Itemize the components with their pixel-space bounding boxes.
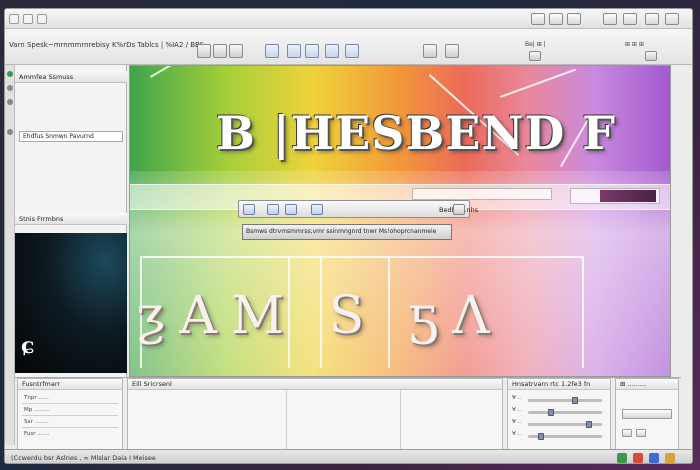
layout-icon[interactable]: [645, 13, 659, 25]
settings-icon[interactable]: [603, 13, 617, 25]
close-icon[interactable]: [453, 204, 465, 215]
history-icon[interactable]: [529, 51, 541, 61]
adjustment-label: Ɐ ..: [512, 431, 522, 437]
layers-panel-header: ⊞ .........: [616, 379, 678, 390]
adjustment-slider[interactable]: [528, 399, 602, 402]
pin-icon[interactable]: [7, 99, 13, 105]
canvas-stroke: [500, 68, 576, 98]
right-toolbar-label-1: Be| ⊞ |: [525, 41, 546, 48]
move-tool-icon[interactable]: [7, 85, 13, 91]
expand-icon[interactable]: [645, 51, 657, 61]
slider-handle[interactable]: [548, 409, 554, 416]
maximize-button[interactable]: [37, 14, 47, 24]
design-canvas[interactable]: B |HESBEND F ƺAM S ƽɅ Bedlmr .nhs Bsmws …: [129, 65, 671, 377]
zoom-icon[interactable]: [445, 44, 459, 58]
canvas-dark-swatch: [600, 190, 656, 202]
row-divider: [22, 427, 118, 428]
property-row[interactable]: Mp .........: [24, 407, 50, 413]
status-dot-icon: [7, 71, 13, 77]
properties-panel-header: Fusntrfmarr: [18, 379, 122, 390]
adjustment-label: Ɐ ..: [512, 395, 522, 401]
left-panel: Ammfea Ssmuss Ehdfus Snmwn Pavurnd Stnis…: [15, 65, 127, 377]
properties-panel: Fusntrfmarr Tnpr ...... Mp ......... Sxr…: [17, 378, 123, 450]
grid-tool-icon[interactable]: [213, 44, 227, 58]
view-icon[interactable]: [623, 13, 637, 25]
tray-app-icon[interactable]: [665, 453, 675, 463]
window-icon[interactable]: [549, 13, 563, 25]
adjustments-panel: Hnsatrvarn rtc 1.2fe3 fn Ɐ .. Ɐ .. Ɐ .. …: [507, 378, 611, 450]
row-divider: [22, 403, 118, 404]
adjustment-slider[interactable]: [528, 411, 602, 414]
pen-tool-icon[interactable]: [287, 44, 301, 58]
left-tool-strip: [5, 65, 15, 445]
align-right-icon[interactable]: [285, 204, 297, 215]
guide-line-horizontal: [140, 256, 582, 258]
align-center-icon[interactable]: [267, 204, 279, 215]
status-bar: (Ccwerdu bsr Aslnes , ∞ Mlslar Daia I Me…: [5, 449, 692, 463]
app-window: Varn Spesk~mrnmmrnrebisy K%rDs Tablcs | …: [4, 8, 693, 464]
delete-layer-icon[interactable]: [636, 429, 646, 437]
property-row[interactable]: Tnpr ......: [24, 395, 49, 401]
add-layer-icon[interactable]: [622, 429, 632, 437]
timeline-divider: [286, 390, 287, 450]
pane-icon[interactable]: [531, 13, 545, 25]
preview-thumbnail: ɕ: [15, 233, 127, 373]
floating-info-bar[interactable]: Bsmws dtrvmsmmrss;vmr ssinmngnrd tnwr Ms…: [242, 224, 452, 240]
grid-icon[interactable]: [567, 13, 581, 25]
left-panel-field[interactable]: Ehdfus Snmwn Pavurnd: [19, 131, 123, 142]
eyedropper-icon[interactable]: [423, 44, 437, 58]
select-tool-icon[interactable]: [229, 44, 243, 58]
layer-row[interactable]: [622, 409, 672, 419]
property-row[interactable]: Fusr .......: [24, 431, 49, 437]
status-text: (Ccwerdu bsr Aslnes , ∞ Mlslar Daia I Me…: [11, 454, 156, 462]
shape-tool-icon[interactable]: [325, 44, 339, 58]
main-toolbar: Varn Spesk~mrnmmrnrebisy K%rDs Tablcs | …: [5, 29, 692, 65]
bottom-artwork-text: ƺAM S ƽɅ: [136, 286, 504, 346]
right-toolbar-label-2: ⊞ ⊞ ⊞: [625, 41, 644, 48]
canvas-stroke: [150, 66, 255, 78]
tray-app-icon[interactable]: [633, 453, 643, 463]
left-panel-header-2: Stnis Frrmbns: [15, 213, 127, 225]
layers-icon[interactable]: [197, 44, 211, 58]
text-tool-icon[interactable]: [345, 44, 359, 58]
tray-app-icon[interactable]: [617, 453, 627, 463]
canvas-bar: [412, 188, 552, 200]
adjustment-label: Ɐ ..: [512, 407, 522, 413]
adjustments-panel-header: Hnsatrvarn rtc 1.2fe3 fn: [508, 379, 610, 390]
preview-glyph: ɕ: [21, 333, 35, 359]
slider-handle[interactable]: [572, 397, 578, 404]
property-row[interactable]: Sxr ........: [24, 419, 49, 425]
align-left-icon[interactable]: [243, 204, 255, 215]
adjustment-label: Ɐ ..: [512, 419, 522, 425]
floating-toolbar: Bedlmr .nhs: [238, 200, 478, 218]
row-divider: [22, 415, 118, 416]
menu-bar[interactable]: Varn Spesk~mrnmmrnrebisy K%rDs Tablcs | …: [9, 41, 204, 49]
timeline-divider: [400, 390, 401, 450]
timeline-panel: Eill Sricrsenl: [127, 378, 503, 450]
timeline-panel-header: Eill Sricrsenl: [128, 379, 502, 390]
close-button[interactable]: [9, 14, 19, 24]
slider-handle[interactable]: [586, 421, 592, 428]
panel-icon[interactable]: [665, 13, 679, 25]
title-artwork-text: B |HESBEND F: [216, 106, 616, 160]
lock-icon[interactable]: [7, 129, 13, 135]
layers-panel: ⊞ .........: [615, 378, 679, 450]
tray-app-icon[interactable]: [649, 453, 659, 463]
title-bar: [5, 9, 692, 29]
left-panel-header: Ammfea Ssmuss: [15, 71, 127, 83]
distribute-icon[interactable]: [311, 204, 323, 215]
minimize-button[interactable]: [23, 14, 33, 24]
bottom-panels: Fusntrfmarr Tnpr ...... Mp ......... Sxr…: [15, 377, 681, 450]
slider-handle[interactable]: [538, 433, 544, 440]
brush-tool-icon[interactable]: [265, 44, 279, 58]
frame-tool-icon[interactable]: [305, 44, 319, 58]
